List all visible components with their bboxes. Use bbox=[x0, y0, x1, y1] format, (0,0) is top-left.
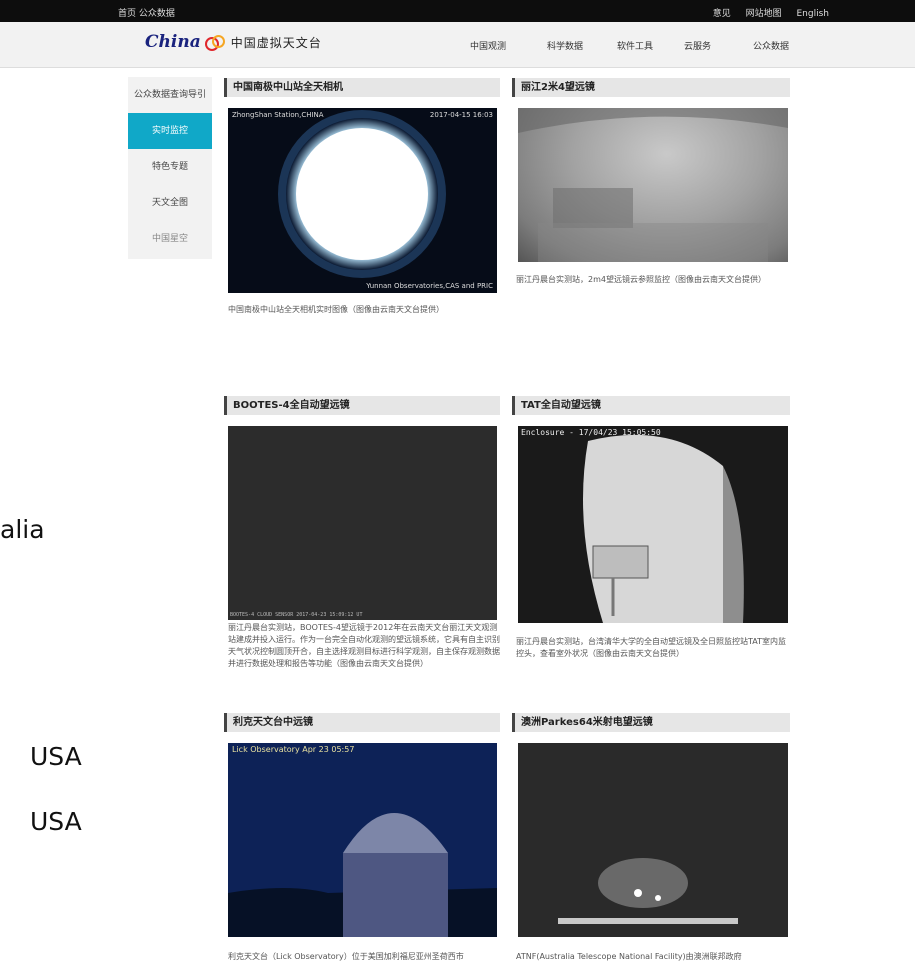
image-overlay-timestamp: BOOTES-4 CLOUD SENSOR 2017-04-23 15:09:1… bbox=[230, 612, 363, 618]
nav-item-public-data[interactable]: 公众数据 bbox=[753, 39, 789, 52]
camera-image[interactable]: BOOTES-4 CLOUD SENSOR 2017-04-23 15:09:1… bbox=[228, 426, 497, 620]
card-title: TAT全自动望远镜 bbox=[512, 396, 790, 415]
card-title: 利克天文台中远镜 bbox=[224, 713, 500, 732]
image-overlay-timestamp: 2017-04-15 16:03 bbox=[429, 111, 493, 119]
nav-item-observation[interactable]: 中国观测 bbox=[470, 39, 506, 52]
allsky-image-graphic bbox=[278, 110, 446, 278]
nav-item-science-data[interactable]: 科学数据 bbox=[547, 39, 583, 52]
enclosure-image-graphic bbox=[583, 434, 744, 623]
site-name: 中国虚拟天文台 bbox=[230, 35, 322, 50]
image-overlay-timestamp: Lick Observatory Apr 23 05:57 bbox=[232, 745, 355, 754]
radio-telescope-image-graphic bbox=[518, 743, 788, 937]
image-overlay-location: ZhongShan Station,CHINA bbox=[232, 111, 324, 119]
camera-card: TAT全自动望远镜 Enclosure - 17/04/23 15:05:50 … bbox=[512, 396, 790, 706]
nav-item-software[interactable]: 软件工具 bbox=[617, 39, 653, 52]
topbar-link-feedback[interactable]: 意见 bbox=[713, 9, 731, 19]
background-text: alia bbox=[0, 515, 45, 544]
camera-image[interactable] bbox=[518, 108, 788, 262]
sidebar-item-topics[interactable]: 特色专题 bbox=[128, 149, 212, 185]
card-caption: 中国南极中山站全天相机实时图像（图像由云南天文台提供） bbox=[228, 305, 444, 314]
camera-card: 澳洲Parkes64米射电望远镜 ATNF(Australia Telescop… bbox=[512, 713, 790, 973]
card-title: 澳洲Parkes64米射电望远镜 bbox=[512, 713, 790, 732]
image-overlay-credit: Yunnan Observatories,CAS and PRIC bbox=[366, 282, 493, 290]
topbar-link-english[interactable]: English bbox=[797, 9, 830, 19]
top-utility-bar: 首页 公众数据 意见 网站地图 English bbox=[0, 0, 915, 22]
telescope-image-graphic bbox=[518, 108, 788, 262]
observatory-image-graphic bbox=[228, 743, 497, 937]
camera-image[interactable]: Enclosure - 17/04/23 15:05:50 bbox=[518, 426, 788, 623]
camera-card: BOOTES-4全自动望远镜 BOOTES-4 CLOUD SENSOR 201… bbox=[224, 396, 500, 706]
image-overlay-timestamp: Enclosure - 17/04/23 15:05:50 bbox=[521, 428, 661, 437]
sidebar-item-guide[interactable]: 公众数据查询导引 bbox=[128, 77, 212, 113]
topbar-home-link[interactable]: 首页 公众数据 bbox=[118, 6, 175, 19]
logo-text: China bbox=[145, 32, 201, 52]
sidebar-item-realtime[interactable]: 实时监控 bbox=[128, 113, 212, 149]
background-text: USA bbox=[30, 742, 82, 771]
topbar-links: 意见 网站地图 English bbox=[701, 6, 829, 19]
camera-card: 利克天文台中远镜 Lick Observatory Apr 23 05:57 利… bbox=[224, 713, 500, 973]
sidebar: 公众数据查询导引 实时监控 特色专题 天文全图 中国星空 bbox=[128, 77, 212, 259]
card-caption: ATNF(Australia Telescope National Facili… bbox=[516, 952, 742, 961]
card-title: 丽江2米4望远镜 bbox=[512, 78, 790, 97]
camera-image[interactable] bbox=[518, 743, 788, 937]
camera-card: 中国南极中山站全天相机 ZhongShan Station,CHINA 2017… bbox=[224, 78, 500, 328]
camera-image[interactable]: ZhongShan Station,CHINA 2017-04-15 16:03… bbox=[228, 108, 497, 293]
camera-card: 丽江2米4望远镜 丽江丹晨台实测站，2m4望远镜云参照监控（图像由云南天文台提供… bbox=[512, 78, 790, 328]
logo-rings-icon bbox=[204, 35, 225, 51]
card-caption: 利克天文台（Lick Observatory）位于美国加利福尼亚州圣荷西市 bbox=[228, 952, 464, 961]
site-logo[interactable]: China 中国虚拟天文台 bbox=[145, 32, 322, 52]
sidebar-item-sky-map[interactable]: 天文全图 bbox=[128, 185, 212, 221]
background-text: USA bbox=[30, 807, 82, 836]
topbar-link-sitemap[interactable]: 网站地图 bbox=[746, 9, 782, 19]
card-title: 中国南极中山站全天相机 bbox=[224, 78, 500, 97]
sidebar-item-china-sky[interactable]: 中国星空 bbox=[128, 221, 212, 257]
site-header: China 中国虚拟天文台 中国观测 科学数据 软件工具 云服务 公众数据 bbox=[0, 22, 915, 68]
card-caption: 丽江丹晨台实测站，BOOTES-4望远镜于2012年在云南天文台丽江天文观测站建… bbox=[228, 623, 500, 668]
nav-item-cloud[interactable]: 云服务 bbox=[684, 39, 711, 52]
camera-image[interactable]: Lick Observatory Apr 23 05:57 bbox=[228, 743, 497, 937]
card-caption: 丽江丹晨台实测站，2m4望远镜云参照监控（图像由云南天文台提供） bbox=[516, 275, 766, 284]
card-title: BOOTES-4全自动望远镜 bbox=[224, 396, 500, 415]
card-caption: 丽江丹晨台实测站，台湾清华大学的全自动望远镜及全日照监控站TAT室内监控头，查看… bbox=[516, 637, 787, 658]
